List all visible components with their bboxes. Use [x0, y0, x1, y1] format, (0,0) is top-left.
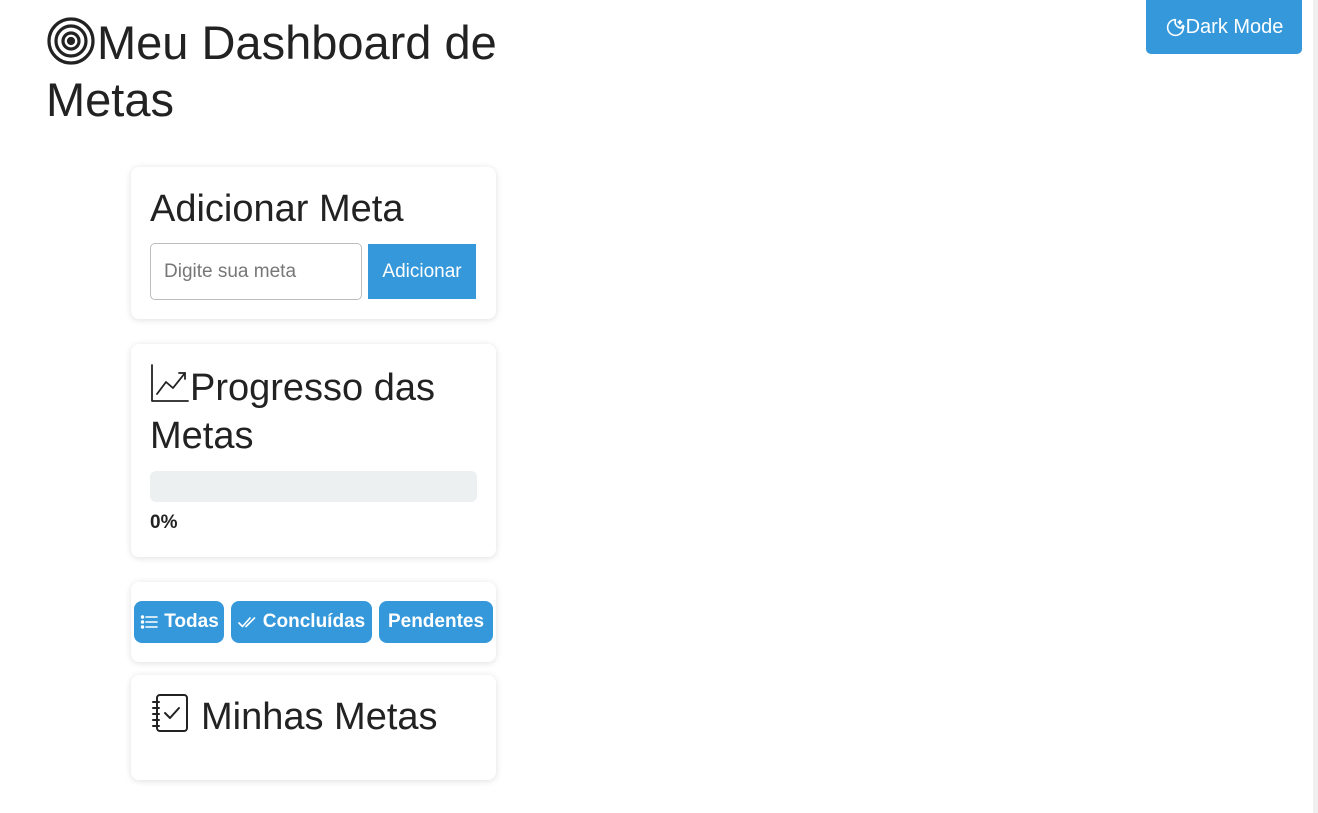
dark-mode-label: Dark Mode	[1185, 15, 1284, 38]
goal-input[interactable]	[150, 243, 362, 300]
page-title: Meu Dashboard de Metas	[46, 14, 586, 128]
filter-all-label: Todas	[164, 611, 219, 632]
progress-title: Progresso das Metas	[150, 363, 480, 460]
progress-card: Progresso das Metas 0%	[131, 344, 496, 557]
goals-list-title-text: Minhas Metas	[201, 696, 438, 738]
moon-stars-icon	[1165, 17, 1186, 38]
progress-bar	[150, 471, 477, 502]
goals-list-title: Minhas Metas	[150, 693, 438, 741]
add-goal-card: Adicionar Meta Adicionar	[131, 167, 496, 319]
double-check-icon	[237, 612, 258, 632]
filter-pending-button[interactable]: Pendentes	[379, 601, 493, 643]
filter-completed-button[interactable]: Concluídas	[231, 601, 372, 643]
add-goal-title: Adicionar Meta	[150, 188, 404, 230]
progress-title-text: Progresso das Metas	[150, 367, 436, 457]
filter-completed-label: Concluídas	[262, 611, 366, 632]
filters-card: Todas Concluídas Pendentes	[131, 582, 496, 662]
goals-list-card: Minhas Metas	[131, 675, 496, 780]
trend-chart-icon	[150, 363, 190, 403]
page-title-text: Meu Dashboard de Metas	[46, 16, 497, 126]
scrollbar-track[interactable]	[1313, 0, 1318, 813]
checklist-notebook-icon	[150, 693, 190, 733]
progress-percent: 0%	[150, 512, 178, 533]
filter-pending-label: Pendentes	[387, 611, 485, 632]
add-goal-button[interactable]: Adicionar	[368, 244, 476, 299]
dark-mode-button[interactable]: Dark Mode	[1146, 0, 1302, 54]
target-icon	[46, 16, 96, 66]
list-icon	[139, 612, 159, 632]
filter-all-button[interactable]: Todas	[134, 601, 224, 643]
